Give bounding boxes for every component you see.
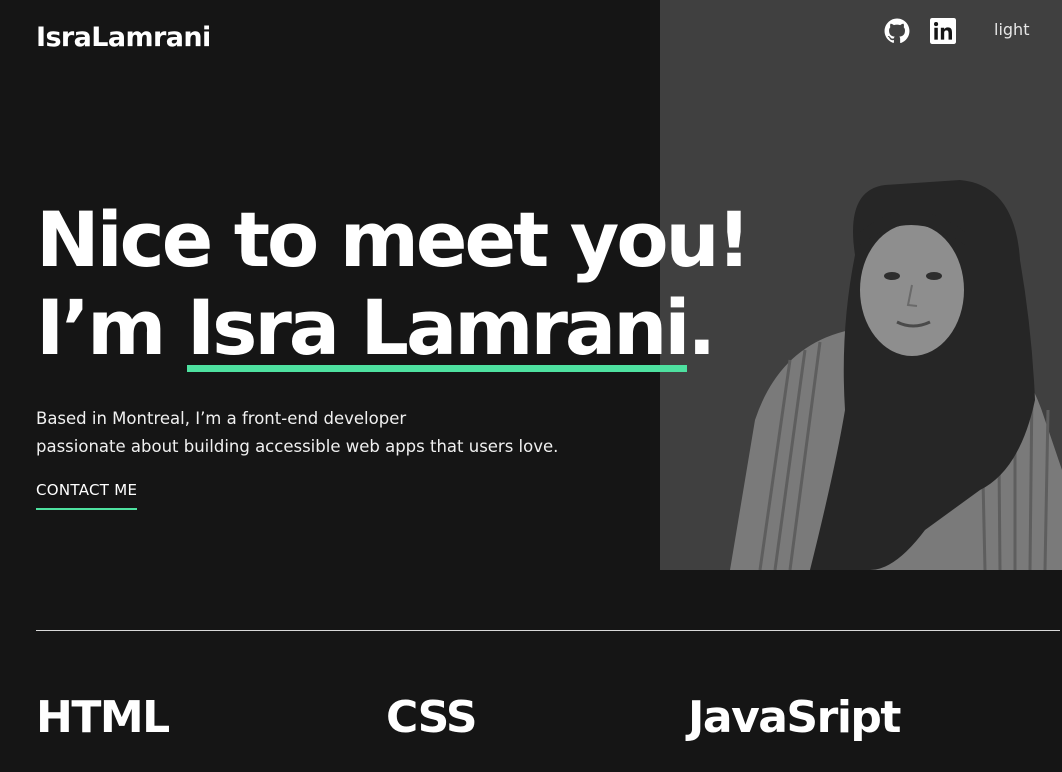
skill-title-html: HTML bbox=[36, 692, 170, 743]
github-link[interactable] bbox=[884, 18, 910, 44]
site-logo[interactable]: IsraLamrani bbox=[36, 22, 211, 53]
github-icon bbox=[884, 18, 910, 43]
intro-line-2: passionate about building accessible web… bbox=[36, 437, 559, 456]
portfolio-page: IsraLamrani light Nice to meet you! I’m … bbox=[0, 0, 1062, 772]
hero-heading-line1: Nice to meet you! bbox=[36, 195, 751, 284]
contact-me-link[interactable]: CONTACT ME bbox=[36, 481, 138, 510]
hero-heading-suffix: . bbox=[687, 283, 716, 372]
hero-heading-name: Isra Lamrani bbox=[186, 283, 690, 372]
skill-title-css: CSS bbox=[386, 692, 478, 743]
intro-line-1: Based in Montreal, I’m a front-end devel… bbox=[36, 409, 407, 428]
social-links bbox=[884, 18, 956, 44]
theme-toggle[interactable]: light bbox=[994, 20, 1029, 39]
hero-heading-prefix: I’m bbox=[36, 283, 187, 372]
hero-heading: Nice to meet you! I’m Isra Lamrani. bbox=[36, 195, 751, 372]
section-divider bbox=[36, 630, 1060, 631]
linkedin-link[interactable] bbox=[930, 18, 956, 44]
linkedin-icon bbox=[930, 18, 956, 44]
skill-title-javascript: JavaSript bbox=[688, 692, 901, 743]
intro-text: Based in Montreal, I’m a front-end devel… bbox=[36, 405, 636, 461]
